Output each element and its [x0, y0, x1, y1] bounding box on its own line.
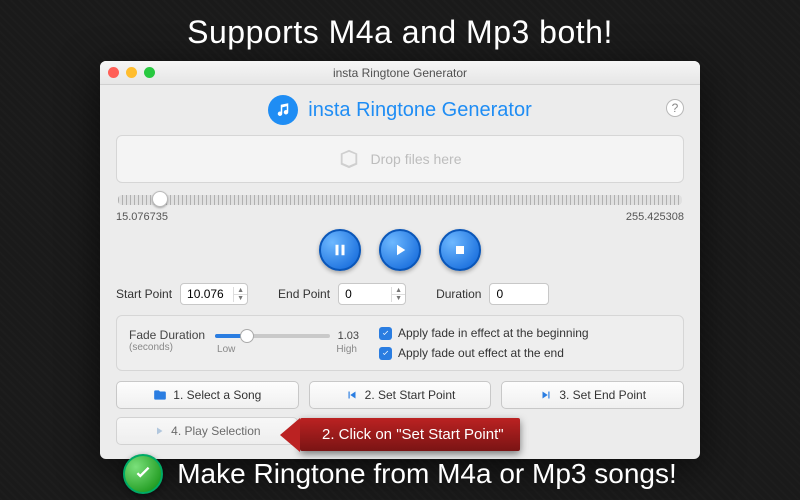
- stop-button[interactable]: [439, 229, 481, 271]
- step3-label: 3. Set End Point: [559, 388, 646, 402]
- select-song-button[interactable]: 1. Select a Song: [116, 381, 299, 409]
- set-start-point-button[interactable]: 2. Set Start Point: [309, 381, 492, 409]
- pause-button[interactable]: [319, 229, 361, 271]
- end-point-step-up[interactable]: ▲: [391, 287, 405, 295]
- duration-field: [489, 283, 549, 305]
- window-title: insta Ringtone Generator: [100, 66, 700, 80]
- play-button[interactable]: [379, 229, 421, 271]
- skip-end-icon: [539, 388, 553, 402]
- end-point-field[interactable]: ▲▼: [338, 283, 406, 305]
- fade-in-label: Apply fade in effect at the beginning: [398, 326, 589, 340]
- folder-icon: [153, 388, 167, 402]
- promo-top-text: Supports M4a and Mp3 both!: [0, 0, 800, 61]
- fade-slider-knob[interactable]: [240, 329, 254, 343]
- start-point-input[interactable]: [181, 287, 233, 301]
- fade-unit-label: (seconds): [129, 342, 205, 353]
- start-point-step-up[interactable]: ▲: [233, 287, 247, 295]
- app-window: insta Ringtone Generator insta Ringtone …: [100, 61, 700, 459]
- fade-panel: Fade Duration (seconds) 1.03 Low: [116, 315, 684, 371]
- fade-slider[interactable]: [215, 334, 330, 338]
- checkbox-checked-icon: [379, 347, 392, 360]
- play-small-icon: [153, 425, 165, 437]
- start-point-label: Start Point: [116, 287, 172, 301]
- fade-low-label: Low: [217, 344, 235, 355]
- duration-value: [490, 287, 542, 301]
- skip-start-icon: [345, 388, 359, 402]
- app-logo-icon: [268, 95, 298, 125]
- stop-icon: [452, 242, 468, 258]
- fade-in-checkbox[interactable]: Apply fade in effect at the beginning: [379, 326, 671, 340]
- fade-out-label: Apply fade out effect at the end: [398, 346, 564, 360]
- timeline-end-value: 255.425308: [626, 211, 684, 223]
- promo-bottom-text: Make Ringtone from M4a or Mp3 songs!: [177, 458, 677, 490]
- step1-label: 1. Select a Song: [173, 388, 261, 402]
- timeline-thumb[interactable]: [152, 191, 168, 207]
- timeline-slider[interactable]: [118, 195, 682, 205]
- end-point-step-down[interactable]: ▼: [391, 295, 405, 302]
- fade-high-label: High: [336, 344, 357, 355]
- step2-label: 2. Set Start Point: [365, 388, 456, 402]
- fade-duration-label: Fade Duration: [129, 328, 205, 342]
- start-point-step-down[interactable]: ▼: [233, 295, 247, 302]
- timeline-start-value: 15.076735: [116, 211, 168, 223]
- app-title: insta Ringtone Generator: [308, 99, 531, 122]
- step4-label: 4. Play Selection: [171, 424, 260, 438]
- set-end-point-button[interactable]: 3. Set End Point: [501, 381, 684, 409]
- window-titlebar: insta Ringtone Generator: [100, 61, 700, 85]
- checkbox-checked-icon: [379, 327, 392, 340]
- end-point-label: End Point: [278, 287, 330, 301]
- dropzone-label: Drop files here: [370, 151, 461, 167]
- fade-value: 1.03: [338, 330, 359, 342]
- play-icon: [391, 241, 409, 259]
- start-point-field[interactable]: ▲▼: [180, 283, 248, 305]
- instruction-callout: 2. Click on "Set Start Point": [300, 418, 520, 451]
- duration-label: Duration: [436, 287, 481, 301]
- box-icon: [338, 148, 360, 170]
- pause-icon: [331, 241, 349, 259]
- fade-out-checkbox[interactable]: Apply fade out effect at the end: [379, 346, 671, 360]
- help-button[interactable]: ?: [666, 99, 684, 117]
- check-badge-icon: [123, 454, 163, 494]
- end-point-input[interactable]: [339, 287, 391, 301]
- file-dropzone[interactable]: Drop files here: [116, 135, 684, 183]
- play-selection-button[interactable]: 4. Play Selection: [116, 417, 298, 445]
